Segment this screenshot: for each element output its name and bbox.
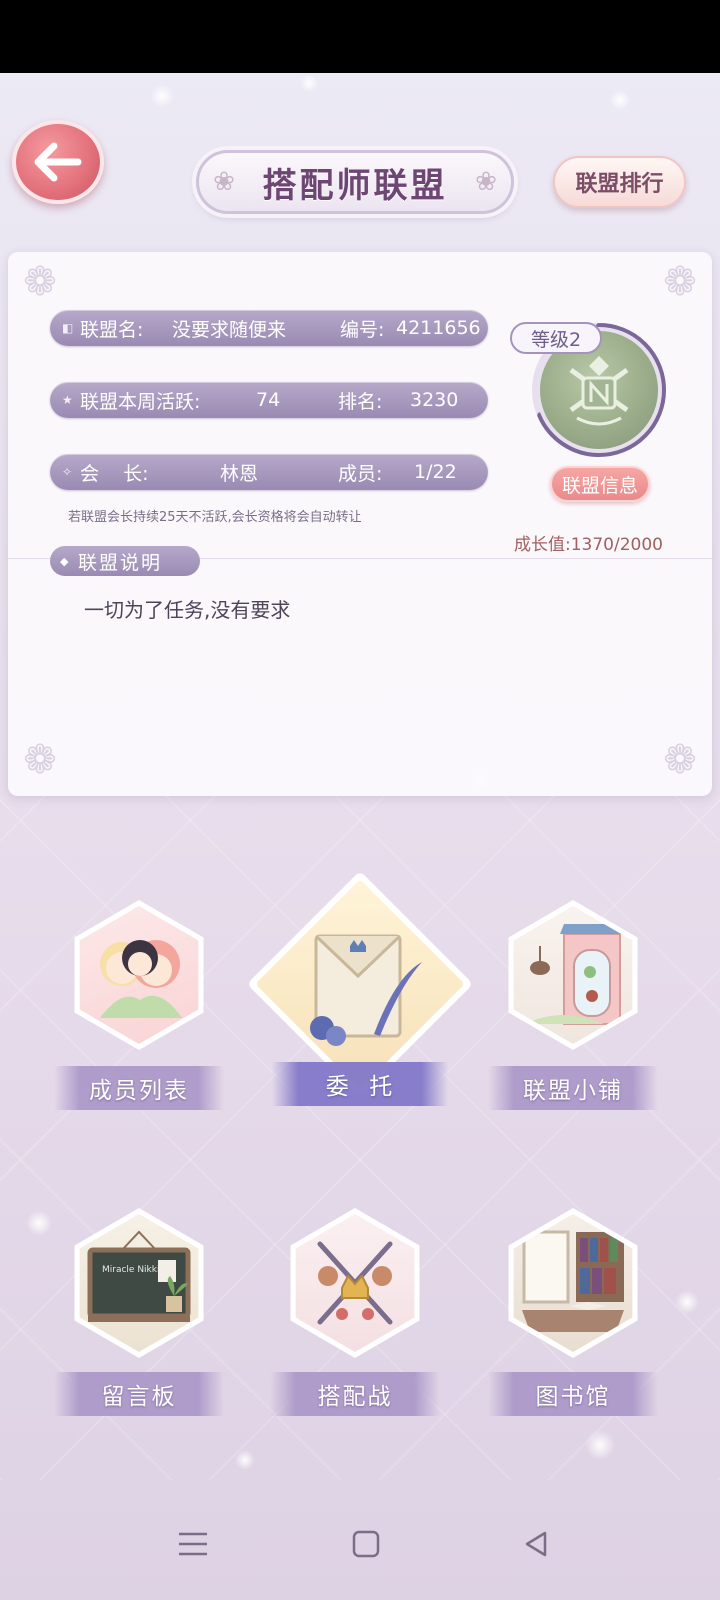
battle-icon [295, 1214, 415, 1352]
rose-corner-icon: ❁ [23, 737, 57, 783]
rank-label: 排名: [338, 390, 383, 413]
message-board-icon: Miracle Nikki [79, 1214, 199, 1352]
alliance-name-value: 没要求随便来 [172, 318, 287, 341]
arrow-left-icon [34, 142, 82, 182]
members-list-tile[interactable]: 成员列表 [54, 900, 224, 1110]
sparkle [150, 84, 174, 108]
sparkle [235, 1450, 255, 1470]
status-bar [0, 0, 720, 73]
title-plate: ❀ 搭配师联盟 ❀ [196, 150, 514, 214]
sparkle [675, 1290, 699, 1314]
members-list-label: 成员列表 [54, 1066, 224, 1110]
back-triangle-icon [525, 1531, 547, 1557]
members-value: 1/22 [414, 461, 457, 483]
shop-icon [513, 906, 633, 1044]
alliance-leader-row: ✧ 会 长: 林恩 成员: 1/22 [50, 454, 488, 490]
page-title: 搭配师联盟 [262, 165, 448, 206]
diamond-bullet-icon: ◆ [60, 554, 71, 568]
alliance-shop-tile[interactable]: 联盟小铺 [488, 900, 658, 1110]
message-board-label: 留言板 [54, 1372, 224, 1416]
nav-back-button[interactable] [506, 1516, 566, 1572]
home-square-icon [352, 1530, 380, 1558]
description-title-text: 联盟说明 [78, 551, 163, 574]
sparkle [300, 74, 318, 92]
alliance-id-label: 编号: [340, 318, 385, 341]
members-icon [79, 906, 199, 1044]
nav-home-button[interactable] [336, 1516, 396, 1572]
alliance-name-label: 联盟名: [80, 318, 144, 341]
leader-value: 林恩 [220, 462, 259, 485]
alliance-ranking-button[interactable]: 联盟排行 [553, 156, 686, 208]
menu-icon [179, 1532, 207, 1556]
book-icon: ◧ [62, 321, 74, 335]
chalkboard-text: Miracle Nikki [102, 1265, 160, 1275]
alliance-crest-icon [569, 356, 629, 426]
rose-ornament-icon: ❀ [475, 167, 497, 197]
system-nav-bar [0, 1490, 720, 1600]
crown-icon: ✧ [62, 465, 73, 479]
nav-menu-button[interactable] [163, 1516, 223, 1572]
rank-value: 3230 [410, 389, 459, 411]
library-tile[interactable]: 图书馆 [488, 1208, 658, 1418]
rose-ornament-icon: ❀ [213, 167, 235, 197]
commission-label: 委 托 [272, 1062, 448, 1106]
alliance-id-value: 4211656 [396, 317, 481, 339]
commission-icon [310, 934, 422, 1046]
message-board-tile[interactable]: Miracle Nikki 留言板 [54, 1208, 224, 1418]
commission-tile[interactable]: 委 托 [246, 870, 474, 1110]
leader-label: 会 长: [80, 462, 149, 485]
styling-battle-label: 搭配战 [270, 1372, 440, 1416]
description-title: ◆ 联盟说明 [50, 546, 200, 576]
sparkle [610, 90, 630, 110]
activity-value: 74 [256, 389, 281, 411]
alliance-shop-label: 联盟小铺 [488, 1066, 658, 1110]
alliance-level-badge: 等级2 [510, 322, 602, 354]
back-button[interactable] [12, 120, 104, 204]
sparkle [26, 1210, 52, 1236]
alliance-activity-row: ★ 联盟本周活跃: 74 排名: 3230 [50, 382, 488, 418]
styling-battle-tile[interactable]: 搭配战 [270, 1208, 440, 1418]
leader-transfer-notice: 若联盟会长持续25天不活跃,会长资格将会自动转让 [68, 510, 362, 525]
rose-corner-icon: ❁ [663, 259, 697, 305]
rose-corner-icon: ❁ [663, 737, 697, 783]
activity-label: 联盟本周活跃: [80, 390, 201, 413]
members-label: 成员: [338, 462, 383, 485]
sparkle [585, 1430, 615, 1460]
alliance-info-button[interactable]: 联盟信息 [550, 466, 650, 502]
alliance-description: 一切为了任务,没有要求 [84, 598, 291, 622]
rose-corner-icon: ❁ [23, 259, 57, 305]
library-icon [513, 1214, 633, 1352]
library-label: 图书馆 [488, 1372, 658, 1416]
alliance-name-row: ◧ 联盟名: 没要求随便来 编号: 4211656 [50, 310, 488, 346]
growth-value: 成长值:1370/2000 [514, 535, 663, 555]
star-icon: ★ [62, 393, 73, 407]
